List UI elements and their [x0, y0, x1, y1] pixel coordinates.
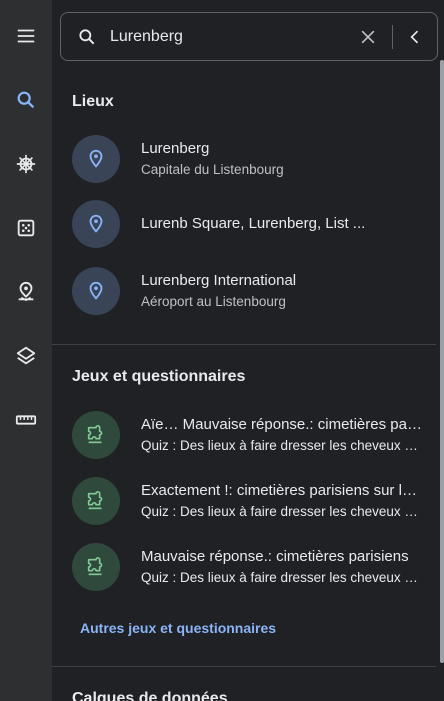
places-section-title: Lieux [72, 93, 114, 110]
place-title: Lurenb Square, Lurenberg, List ... [141, 215, 366, 232]
pin-user-icon [18, 281, 34, 302]
chevron-left-icon[interactable] [405, 27, 425, 47]
ship-wheel-icon [16, 154, 36, 174]
place-title: Lurenberg [141, 140, 210, 157]
ruler-icon [15, 415, 37, 425]
close-icon[interactable] [358, 27, 378, 47]
quiz-icon-circle [72, 477, 120, 525]
place-result[interactable]: Lurenberg Capitale du Listenbourg [72, 134, 422, 184]
location-pin-icon [89, 281, 103, 300]
search-panel: Lieux Lurenberg Capitale du Listenbourg … [52, 0, 444, 701]
rail-voyager-button[interactable] [0, 144, 52, 184]
place-result[interactable]: Lurenberg International Aéroport au List… [72, 266, 422, 316]
place-icon-circle [72, 267, 120, 315]
menu-button[interactable] [0, 16, 52, 56]
rail-search-button[interactable] [0, 80, 52, 120]
quiz-title: Exactement !: cimetières parisiens sur l… [141, 482, 422, 499]
section-divider [52, 344, 436, 345]
search-icon [79, 28, 95, 44]
quiz-subtitle: Quiz : Des lieux à faire dresser les che… [141, 438, 422, 453]
quiz-title: Aïe… Mauvaise réponse.: cimetières paris… [141, 416, 422, 433]
rail-measure-button[interactable] [0, 400, 52, 440]
data-layers-section-title: Calques de données [72, 690, 228, 701]
quiz-icon-circle [72, 411, 120, 459]
search-input[interactable] [110, 13, 358, 60]
side-rail [0, 0, 52, 701]
puzzle-icon [87, 491, 103, 510]
quiz-icon-circle [72, 543, 120, 591]
search-divider [392, 24, 393, 49]
location-pin-icon [89, 214, 103, 233]
puzzle-icon [87, 425, 103, 444]
rail-projects-button[interactable] [0, 272, 52, 312]
place-subtitle: Aéroport au Listenbourg [141, 294, 286, 309]
dice-icon [17, 219, 35, 237]
menu-icon [17, 29, 35, 43]
rail-random-button[interactable] [0, 208, 52, 248]
quiz-result[interactable]: Aïe… Mauvaise réponse.: cimetières paris… [72, 410, 422, 460]
quiz-subtitle: Quiz : Des lieux à faire dresser les che… [141, 504, 422, 519]
scrollbar[interactable] [440, 60, 444, 663]
place-icon-circle [72, 200, 120, 248]
place-subtitle: Capitale du Listenbourg [141, 162, 284, 177]
search-bar [60, 12, 438, 61]
place-title: Lurenberg International [141, 272, 297, 289]
quizzes-section-title: Jeux et questionnaires [72, 368, 246, 385]
more-quizzes-link[interactable]: Autres jeux et questionnaires [80, 620, 276, 636]
quiz-result[interactable]: Exactement !: cimetières parisiens sur l… [72, 476, 422, 526]
quiz-title: Mauvaise réponse.: cimetières parisiens [141, 548, 409, 565]
search-icon [17, 91, 35, 109]
quiz-subtitle: Quiz : Des lieux à faire dresser les che… [141, 570, 422, 585]
place-result[interactable]: Lurenb Square, Lurenberg, List ... [72, 199, 422, 249]
rail-layers-button[interactable] [0, 336, 52, 376]
place-icon-circle [72, 135, 120, 183]
section-divider [52, 666, 436, 667]
puzzle-icon [87, 557, 103, 576]
location-pin-icon [89, 149, 103, 168]
quiz-result[interactable]: Mauvaise réponse.: cimetières parisiens … [72, 542, 422, 592]
layers-icon [16, 346, 36, 365]
